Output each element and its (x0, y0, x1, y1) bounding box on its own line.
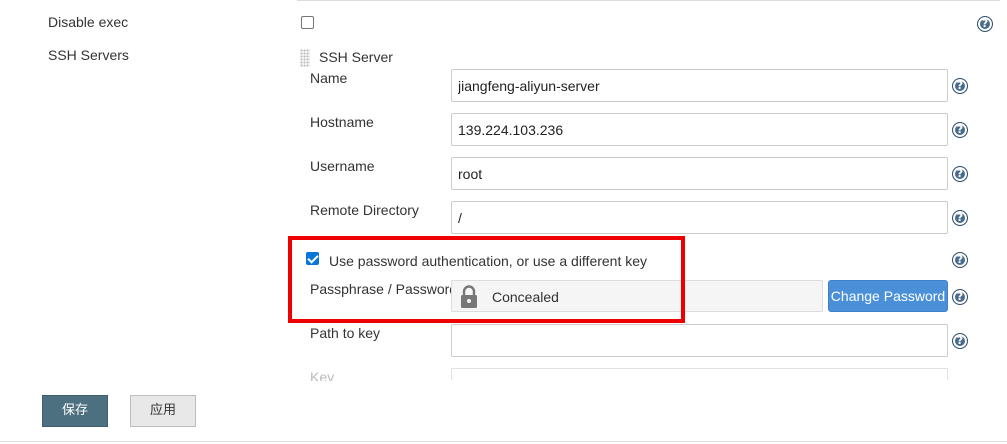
highlight-box (288, 236, 685, 323)
top-divider (297, 0, 1000, 1)
disable-exec-help-icon[interactable]: ? (977, 16, 993, 32)
ssh-server-header: SSH Server (319, 49, 393, 65)
username-help-icon[interactable]: ? (952, 166, 968, 182)
path-to-key-label: Path to key (310, 325, 381, 341)
disable-exec-label: Disable exec (48, 14, 129, 30)
username-label: Username (310, 158, 375, 174)
remote-directory-label: Remote Directory (310, 202, 419, 218)
hostname-input[interactable] (451, 113, 948, 146)
path-to-key-input[interactable] (451, 324, 948, 357)
username-input[interactable] (451, 157, 948, 190)
change-password-button[interactable]: Change Password (828, 280, 948, 312)
save-button[interactable]: 保存 (42, 395, 108, 427)
apply-button[interactable]: 应用 (130, 395, 196, 427)
hostname-help-icon[interactable]: ? (952, 122, 968, 138)
path-to-key-help-icon[interactable]: ? (952, 333, 968, 349)
hostname-label: Hostname (310, 114, 374, 130)
disable-exec-checkbox[interactable] (301, 16, 314, 29)
name-input[interactable] (451, 69, 948, 102)
ssh-servers-label: SSH Servers (48, 47, 129, 63)
remote-directory-help-icon[interactable]: ? (952, 210, 968, 226)
key-textarea[interactable] (451, 368, 948, 380)
use-password-help-icon[interactable]: ? (952, 252, 968, 268)
drag-handle-icon[interactable] (300, 49, 310, 67)
passphrase-help-icon[interactable]: ? (952, 289, 968, 305)
name-help-icon[interactable]: ? (952, 78, 968, 94)
bottom-divider (0, 441, 1007, 442)
name-label: Name (310, 70, 348, 86)
remote-directory-input[interactable] (451, 201, 948, 234)
